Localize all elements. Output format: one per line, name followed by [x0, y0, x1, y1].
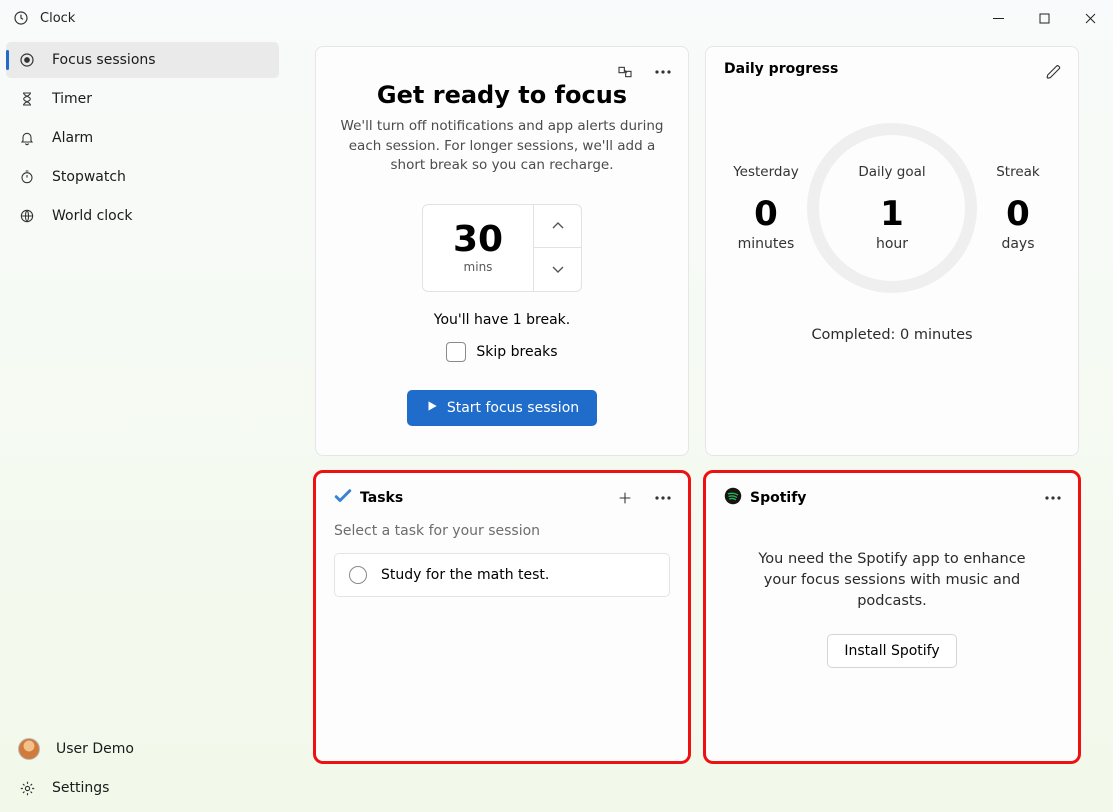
duration-decrease-button[interactable]: [534, 248, 581, 291]
sidebar-item-user[interactable]: User Demo: [6, 731, 279, 767]
install-spotify-button[interactable]: Install Spotify: [827, 634, 956, 668]
sidebar-item-alarm[interactable]: Alarm: [6, 120, 279, 156]
tasks-hint: Select a task for your session: [334, 523, 670, 539]
add-task-button[interactable]: [610, 483, 640, 513]
sidebar-item-focus-sessions[interactable]: Focus sessions: [6, 42, 279, 78]
sidebar-item-label: Focus sessions: [52, 52, 156, 68]
stopwatch-icon: [18, 168, 36, 186]
sidebar-item-label: Timer: [52, 91, 92, 107]
bell-icon: [18, 129, 36, 147]
hourglass-icon: [18, 90, 36, 108]
skip-breaks-label: Skip breaks: [476, 344, 557, 360]
sidebar-item-stopwatch[interactable]: Stopwatch: [6, 159, 279, 195]
minimize-button[interactable]: [975, 2, 1021, 34]
start-focus-label: Start focus session: [447, 400, 579, 416]
focus-description: We'll turn off notifications and app ale…: [334, 117, 670, 176]
main-content: Get ready to focus We'll turn off notifi…: [285, 36, 1113, 812]
sidebar-item-world-clock[interactable]: World clock: [6, 198, 279, 234]
duration-value: 30: [453, 222, 503, 258]
stat-value: 1: [880, 194, 904, 234]
stat-unit: days: [1001, 236, 1034, 252]
break-info: You'll have 1 break.: [334, 312, 670, 328]
task-item[interactable]: Study for the math test.: [334, 553, 670, 597]
duration-picker: 30 mins: [422, 204, 582, 292]
daily-progress-card: Daily progress Yesterday 0 minutes: [705, 46, 1079, 456]
focus-icon: [18, 51, 36, 69]
gear-icon: [18, 779, 36, 797]
sidebar-item-label: Settings: [52, 780, 109, 796]
stat-unit: hour: [876, 236, 908, 252]
stat-streak: Streak 0 days: [978, 164, 1058, 252]
app-title: Clock: [40, 11, 75, 26]
focus-card: Get ready to focus We'll turn off notifi…: [315, 46, 689, 456]
stat-value: 0: [1006, 194, 1030, 234]
progress-title: Daily progress: [724, 61, 838, 77]
task-radio[interactable]: [349, 566, 367, 584]
duration-increase-button[interactable]: [534, 205, 581, 249]
more-icon[interactable]: [648, 483, 678, 513]
skip-breaks-checkbox[interactable]: [446, 342, 466, 362]
stat-label: Yesterday: [733, 164, 799, 180]
stat-label: Streak: [996, 164, 1040, 180]
tasks-icon: [334, 487, 352, 509]
duration-unit: mins: [464, 260, 493, 274]
stat-yesterday: Yesterday 0 minutes: [726, 164, 806, 252]
sidebar-item-label: World clock: [52, 208, 133, 224]
sidebar-item-label: Alarm: [52, 130, 93, 146]
spotify-card: Spotify You need the Spotify app to enha…: [705, 472, 1079, 762]
globe-icon: [18, 207, 36, 225]
tasks-title: Tasks: [360, 490, 403, 506]
stat-unit: minutes: [738, 236, 795, 252]
task-label: Study for the math test.: [381, 567, 549, 583]
stat-label: Daily goal: [858, 164, 925, 180]
stat-value: 0: [754, 194, 778, 234]
sidebar-item-label: User Demo: [56, 741, 134, 757]
maximize-button[interactable]: [1021, 2, 1067, 34]
sidebar: Focus sessions Timer Alarm: [0, 36, 285, 812]
more-icon[interactable]: [648, 57, 678, 87]
spotify-icon: [724, 487, 742, 509]
play-icon: [425, 399, 439, 417]
goal-ring: Daily goal 1 hour: [807, 123, 977, 293]
expand-icon[interactable]: [610, 57, 640, 87]
sidebar-item-timer[interactable]: Timer: [6, 81, 279, 117]
avatar-icon: [18, 738, 40, 760]
edit-button[interactable]: [1038, 57, 1068, 87]
spotify-title: Spotify: [750, 490, 806, 506]
more-icon[interactable]: [1038, 483, 1068, 513]
clock-app-icon: [12, 9, 30, 27]
sidebar-item-settings[interactable]: Settings: [6, 770, 279, 806]
sidebar-item-label: Stopwatch: [52, 169, 126, 185]
completed-text: Completed: 0 minutes: [724, 327, 1060, 343]
tasks-card: Tasks Select a task for your session St: [315, 472, 689, 762]
start-focus-button[interactable]: Start focus session: [407, 390, 597, 426]
close-button[interactable]: [1067, 2, 1113, 34]
titlebar: Clock: [0, 0, 1113, 36]
spotify-message: You need the Spotify app to enhance your…: [724, 549, 1060, 612]
window-controls: [975, 2, 1113, 34]
